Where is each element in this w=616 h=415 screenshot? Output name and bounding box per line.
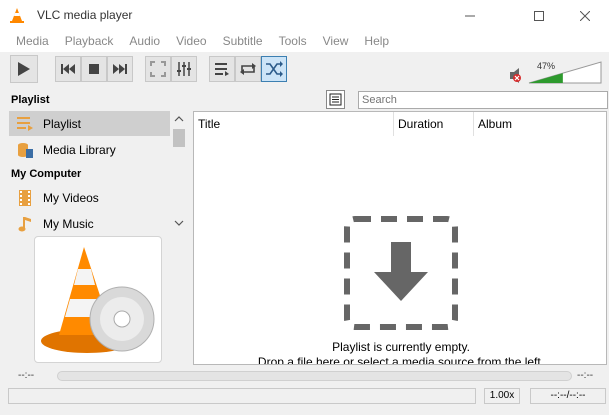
- extended-settings-icon: [177, 62, 191, 76]
- playlist-toggle-button[interactable]: [209, 56, 235, 82]
- empty-playlist-hint: Drop a file here or select a media sourc…: [257, 355, 545, 365]
- status-bar: 1.00x --:--/--:--: [0, 386, 609, 406]
- seek-slider[interactable]: [57, 371, 572, 381]
- menu-playback[interactable]: Playback: [49, 31, 114, 52]
- random-button[interactable]: [261, 56, 287, 82]
- volume-control[interactable]: [508, 58, 604, 86]
- remaining-time[interactable]: --:--: [577, 370, 593, 381]
- playback-speed[interactable]: 1.00x: [484, 388, 520, 404]
- loop-button[interactable]: [235, 56, 261, 82]
- menu-tools[interactable]: Tools: [263, 31, 307, 52]
- album-art: [34, 236, 162, 363]
- menu-audio[interactable]: Audio: [113, 31, 160, 52]
- sidebar-item-label: Media Library: [43, 142, 116, 157]
- volume-percent: 47%: [537, 61, 556, 71]
- status-time[interactable]: --:--/--:--: [530, 388, 606, 404]
- playlist-toggle-icon: [215, 63, 229, 76]
- sidebar-item-label: My Videos: [43, 190, 99, 205]
- sidebar-item-my-videos[interactable]: My Videos: [9, 185, 170, 210]
- sidebar-item-playlist[interactable]: Playlist: [9, 111, 170, 136]
- random-icon: [266, 61, 283, 77]
- column-title[interactable]: Title: [194, 112, 394, 136]
- previous-icon: [61, 64, 75, 74]
- status-message-field: [8, 388, 476, 404]
- sidebar-item-label: Playlist: [43, 116, 82, 131]
- scroll-down-icon[interactable]: [174, 220, 184, 226]
- menu-video[interactable]: Video: [160, 31, 206, 52]
- sidebar-item-my-music[interactable]: My Music: [9, 211, 170, 236]
- vlc-cone-icon: [10, 8, 24, 23]
- play-button[interactable]: [10, 55, 38, 83]
- stop-button[interactable]: [81, 56, 107, 82]
- maximize-icon: [534, 10, 544, 21]
- playlist-view-button[interactable]: [326, 90, 345, 109]
- playlist-panel[interactable]: Title Duration Album Playlist is current…: [193, 111, 607, 365]
- maximize-button[interactable]: [516, 0, 562, 31]
- volume-slider[interactable]: [508, 58, 604, 86]
- menu-help[interactable]: Help: [348, 31, 389, 52]
- stop-icon: [89, 64, 99, 74]
- film-icon: [15, 188, 35, 208]
- loop-icon: [240, 63, 256, 75]
- minimize-icon: [465, 15, 475, 16]
- scroll-up-icon[interactable]: [174, 116, 184, 122]
- window-edge: [609, 0, 616, 415]
- elapsed-time[interactable]: --:--: [18, 370, 34, 381]
- sidebar-item-label: My Music: [43, 216, 94, 231]
- extended-settings-button[interactable]: [171, 56, 197, 82]
- menu-view[interactable]: View: [307, 31, 349, 52]
- next-button[interactable]: [107, 56, 133, 82]
- close-button[interactable]: [562, 0, 608, 31]
- menu-media[interactable]: Media: [0, 31, 49, 52]
- previous-button[interactable]: [55, 56, 81, 82]
- music-note-icon: [15, 214, 35, 234]
- menu-bar: Media Playback Audio Video Subtitle Tool…: [0, 31, 609, 52]
- play-icon: [18, 62, 30, 76]
- window-title: VLC media player: [37, 8, 133, 22]
- next-icon: [113, 64, 127, 74]
- bottom-edge: [0, 406, 609, 415]
- title-bar: VLC media player: [0, 0, 609, 31]
- search-input[interactable]: [358, 91, 608, 109]
- vlc-window: VLC media player Media Playback Audio Vi…: [0, 0, 609, 415]
- media-library-icon: [15, 140, 35, 160]
- empty-playlist-message: Playlist is currently empty.: [332, 340, 470, 354]
- vlc-cone-art-icon: [41, 247, 155, 353]
- minimize-button[interactable]: [447, 0, 493, 31]
- menu-subtitle[interactable]: Subtitle: [207, 31, 263, 52]
- fullscreen-button[interactable]: [145, 56, 171, 82]
- close-icon: [580, 10, 590, 21]
- column-duration[interactable]: Duration: [394, 112, 474, 136]
- column-album[interactable]: Album: [474, 112, 606, 136]
- playlist-icon: [15, 114, 35, 134]
- scroll-thumb[interactable]: [173, 129, 185, 147]
- sidebar-header-my-computer: My Computer: [11, 168, 82, 180]
- list-view-icon: [329, 93, 342, 106]
- mute-icon[interactable]: [510, 68, 521, 83]
- sidebar-header-playlist: Playlist: [11, 94, 50, 106]
- drop-file-icon: [344, 216, 458, 330]
- sidebar-item-media-library[interactable]: Media Library: [9, 137, 170, 162]
- fullscreen-icon: [150, 61, 166, 77]
- sidebar-scrollbar[interactable]: [171, 111, 187, 232]
